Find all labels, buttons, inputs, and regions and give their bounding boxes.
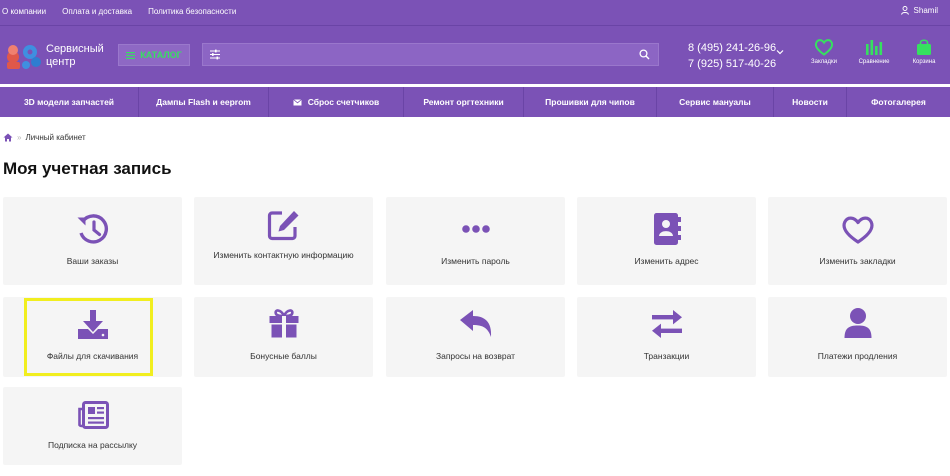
nav-item-label: Дампы Flash и eeprom (156, 97, 251, 107)
logo[interactable]: Сервисный центр (2, 40, 104, 72)
top-link-payment[interactable]: Оплата и доставка (62, 7, 132, 16)
main-nav: 3D модели запчастей Дампы Flash и eeprom… (0, 87, 950, 117)
tile-label: Ваши заказы (66, 256, 119, 266)
address-book-icon (653, 213, 681, 245)
user-name: Shamil (913, 6, 938, 15)
compare-button[interactable]: Сравнение (854, 38, 894, 65)
nav-item-manuals[interactable]: Сервис мануалы (657, 87, 774, 117)
nav-item-firmware[interactable]: Прошивки для чипов (524, 87, 657, 117)
ellipsis-icon (461, 225, 490, 233)
page-title: Моя учетная запись (3, 159, 172, 178)
top-link-privacy[interactable]: Политика безопасности (148, 7, 236, 16)
breadcrumb-current[interactable]: Личный кабинет (25, 133, 85, 142)
tile-change-password[interactable]: Изменить пароль (386, 197, 565, 285)
filter-icon[interactable] (209, 49, 221, 60)
top-bar: О компании Оплата и доставка Политика бе… (0, 0, 950, 26)
nav-item-dumps[interactable]: Дампы Flash и eeprom (139, 87, 269, 117)
compare-label: Сравнение (858, 59, 890, 65)
home-icon[interactable] (3, 133, 13, 142)
catalog-button[interactable]: КАТАЛОГ (118, 44, 190, 66)
user-icon (844, 308, 871, 338)
nav-item-repair[interactable]: Ремонт оргтехники (404, 87, 524, 117)
tile-recurring-payments[interactable]: Платежи продления (768, 297, 947, 377)
phone-1[interactable]: 8 (495) 241-26-96 (688, 40, 776, 56)
nav-item-news[interactable]: Новости (774, 87, 847, 117)
search-bar[interactable] (202, 43, 659, 66)
tile-label: Изменить контактную информацию (213, 250, 354, 260)
logo-text: Сервисный центр (46, 43, 104, 69)
breadcrumb-separator: » (17, 133, 22, 142)
phone-2[interactable]: 7 (925) 517-40-26 (688, 56, 776, 72)
nav-item-label: Сервис мануалы (679, 97, 751, 107)
tile-transactions[interactable]: Транзакции (577, 297, 756, 377)
highlight-box (24, 298, 153, 376)
reply-icon (459, 310, 491, 337)
tile-label: Изменить адрес (634, 256, 699, 266)
tile-label: Запросы на возврат (435, 351, 516, 361)
catalog-label: КАТАЛОГ (140, 50, 182, 60)
edit-icon (267, 211, 298, 241)
tile-label: Транзакции (643, 351, 690, 361)
heart-icon (841, 216, 874, 244)
user-menu[interactable]: Shamil (900, 6, 938, 15)
exchange-icon (651, 310, 682, 338)
tile-edit-bookmarks[interactable]: Изменить закладки (768, 197, 947, 285)
tile-returns[interactable]: Запросы на возврат (386, 297, 565, 377)
nav-item-label: Прошивки для чипов (545, 97, 635, 107)
chevron-down-icon[interactable] (776, 49, 784, 55)
hamburger-icon (126, 51, 136, 59)
envelope-icon (292, 98, 302, 105)
nav-item-gallery[interactable]: Фотогалерея (847, 87, 950, 117)
tile-label: Изменить пароль (441, 256, 510, 266)
cart-label: Корзина (912, 59, 936, 65)
bookmarks-label: Закладки (811, 59, 837, 65)
tile-orders[interactable]: Ваши заказы (3, 197, 182, 285)
tile-label: Подписка на рассылку (47, 440, 138, 450)
tile-change-address[interactable]: Изменить адрес (577, 197, 756, 285)
top-link-about[interactable]: О компании (2, 7, 46, 16)
user-icon (900, 6, 909, 15)
logo-line-2: центр (46, 56, 76, 68)
bookmarks-button[interactable]: Закладки (804, 38, 844, 65)
heart-icon (814, 39, 834, 56)
nav-item-label: Новости (792, 97, 828, 107)
tile-label: Изменить закладки (819, 256, 896, 266)
header: Сервисный центр КАТАЛОГ 8 (495) 241-26-9… (0, 26, 950, 84)
logo-line-1: Сервисный (46, 43, 104, 55)
tile-label: Платежи продления (817, 351, 898, 361)
top-links: О компании Оплата и доставка Политика бе… (2, 7, 236, 16)
tile-bonus-points[interactable]: Бонусные баллы (194, 297, 373, 377)
history-icon (77, 214, 108, 244)
nav-item-label: Фотогалерея (871, 97, 926, 107)
nav-item-3d-models[interactable]: 3D модели запчастей (0, 87, 139, 117)
tile-newsletter[interactable]: Подписка на рассылку (3, 387, 182, 465)
phones: 8 (495) 241-26-96 7 (925) 517-40-26 (688, 40, 776, 72)
newspaper-icon (77, 401, 109, 429)
tile-edit-contact[interactable]: Изменить контактную информацию (194, 197, 373, 285)
search-icon[interactable] (639, 49, 650, 60)
cart-button[interactable]: Корзина (904, 38, 944, 65)
nav-item-label: Ремонт оргтехники (423, 97, 504, 107)
nav-item-counter-reset[interactable]: Сброс счетчиков (269, 87, 404, 117)
logo-icon (7, 45, 41, 69)
breadcrumb: » Личный кабинет (3, 133, 86, 142)
tile-label: Бонусные баллы (250, 351, 317, 361)
gift-icon (269, 309, 298, 338)
nav-item-label: 3D модели запчастей (23, 97, 115, 107)
compare-icon (866, 40, 883, 55)
nav-item-label: Сброс счетчиков (307, 97, 380, 107)
shopping-bag-icon (917, 39, 931, 55)
